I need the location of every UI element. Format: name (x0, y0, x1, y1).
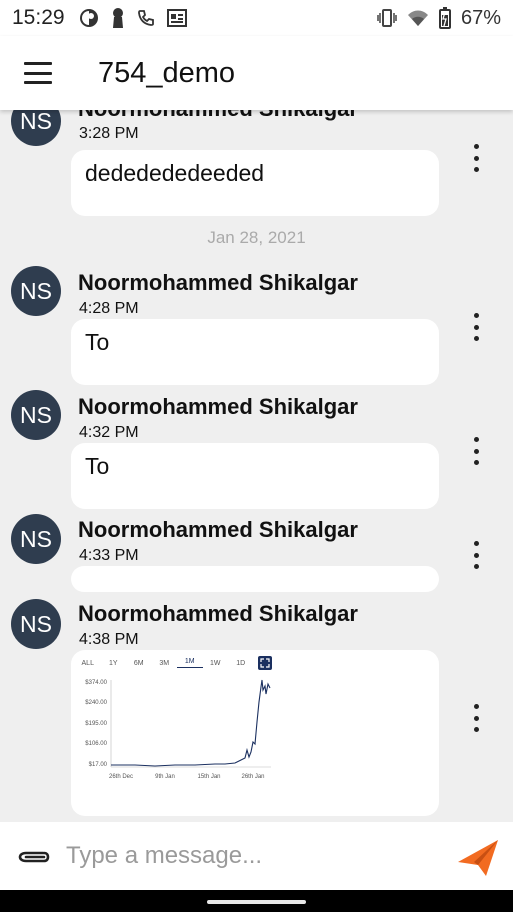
message-bubble[interactable]: To (71, 319, 439, 385)
wifi-icon (407, 10, 428, 26)
date-separator: Jan 28, 2021 (207, 228, 306, 247)
chart-range-tabs: ALL 1Y 6M 3M 1M 1W 1D (75, 654, 285, 672)
more-options-icon[interactable] (466, 144, 486, 172)
message-input[interactable] (66, 842, 436, 870)
status-system-icons: 67% (377, 7, 501, 30)
message-bubble[interactable]: To (71, 443, 439, 509)
avatar[interactable]: NS (11, 599, 61, 649)
vibrate-icon (377, 9, 397, 27)
message-list[interactable]: NS Noormohammed Shikalgar 3:28 PM dedede… (0, 110, 513, 822)
battery-icon (438, 7, 451, 29)
status-bar: 15:29 67% (0, 0, 513, 36)
message-bubble[interactable]: dededededeeded (71, 150, 439, 216)
message-bubble[interactable] (71, 566, 439, 592)
x-tick: 9th Jan (155, 774, 175, 780)
range-tab: 1Y (108, 659, 118, 667)
x-tick: 15th Jan (197, 774, 220, 780)
avatar[interactable]: NS (11, 110, 61, 146)
range-tab: 3M (159, 659, 170, 667)
message-time: 4:28 PM (79, 300, 139, 317)
chat-title: 754_demo (98, 56, 236, 89)
y-tick: $240.00 (85, 700, 107, 706)
range-tab: 1D (236, 659, 246, 667)
battery-percentage: 67% (460, 6, 501, 29)
message-time: 3:28 PM (79, 125, 139, 142)
app-bar: 754_demo (0, 36, 513, 110)
sender-name: Noormohammed Shikalgar (78, 110, 358, 122)
phone-icon (137, 10, 154, 26)
avatar[interactable]: NS (11, 514, 61, 564)
attached-stock-chart-image[interactable]: ALL 1Y 6M 3M 1M 1W 1D $374.00 $240.00 $1… (75, 654, 285, 784)
y-tick: $195.00 (85, 721, 107, 727)
paperclip-icon[interactable] (16, 845, 50, 867)
system-navigation-bar (0, 890, 513, 912)
status-notification-icons (79, 7, 187, 29)
x-tick: 26th Dec (109, 774, 133, 780)
message-time: 4:32 PM (79, 424, 139, 441)
expand-icon (257, 656, 272, 670)
sync-icon (79, 9, 98, 27)
range-tab-active: 1M (177, 658, 203, 668)
avatar[interactable]: NS (11, 390, 61, 440)
y-tick: $106.00 (85, 741, 107, 747)
sender-name: Noormohammed Shikalgar (78, 270, 358, 295)
more-options-icon[interactable] (466, 437, 486, 465)
pin-icon (112, 8, 123, 28)
y-tick: $374.00 (85, 680, 107, 686)
message-time: 4:38 PM (79, 631, 139, 648)
range-tab: 1W (210, 659, 221, 667)
y-tick: $17.00 (89, 762, 108, 768)
sender-name: Noormohammed Shikalgar (78, 394, 358, 419)
range-tab: ALL (81, 659, 94, 667)
message-time: 4:33 PM (79, 547, 139, 564)
more-options-icon[interactable] (466, 704, 486, 732)
stock-line-chart: $374.00 $240.00 $195.00 $106.00 $17.00 2… (85, 679, 271, 780)
status-time: 15:29 (12, 6, 65, 29)
more-options-icon[interactable] (466, 313, 486, 341)
avatar[interactable]: NS (11, 266, 61, 316)
sender-name: Noormohammed Shikalgar (78, 601, 358, 626)
sender-name: Noormohammed Shikalgar (78, 517, 358, 542)
x-tick: 26th Jan (241, 774, 264, 780)
news-icon (166, 9, 187, 27)
message-composer (0, 822, 513, 890)
price-line (111, 679, 271, 767)
more-options-icon[interactable] (466, 541, 486, 569)
range-tab: 6M (133, 659, 144, 667)
send-icon[interactable] (456, 838, 500, 878)
image-attachment-bubble[interactable]: ALL 1Y 6M 3M 1M 1W 1D $374.00 $240.00 $1… (71, 650, 439, 816)
home-gesture-handle[interactable] (207, 900, 306, 904)
hamburger-menu-icon[interactable] (24, 62, 52, 84)
